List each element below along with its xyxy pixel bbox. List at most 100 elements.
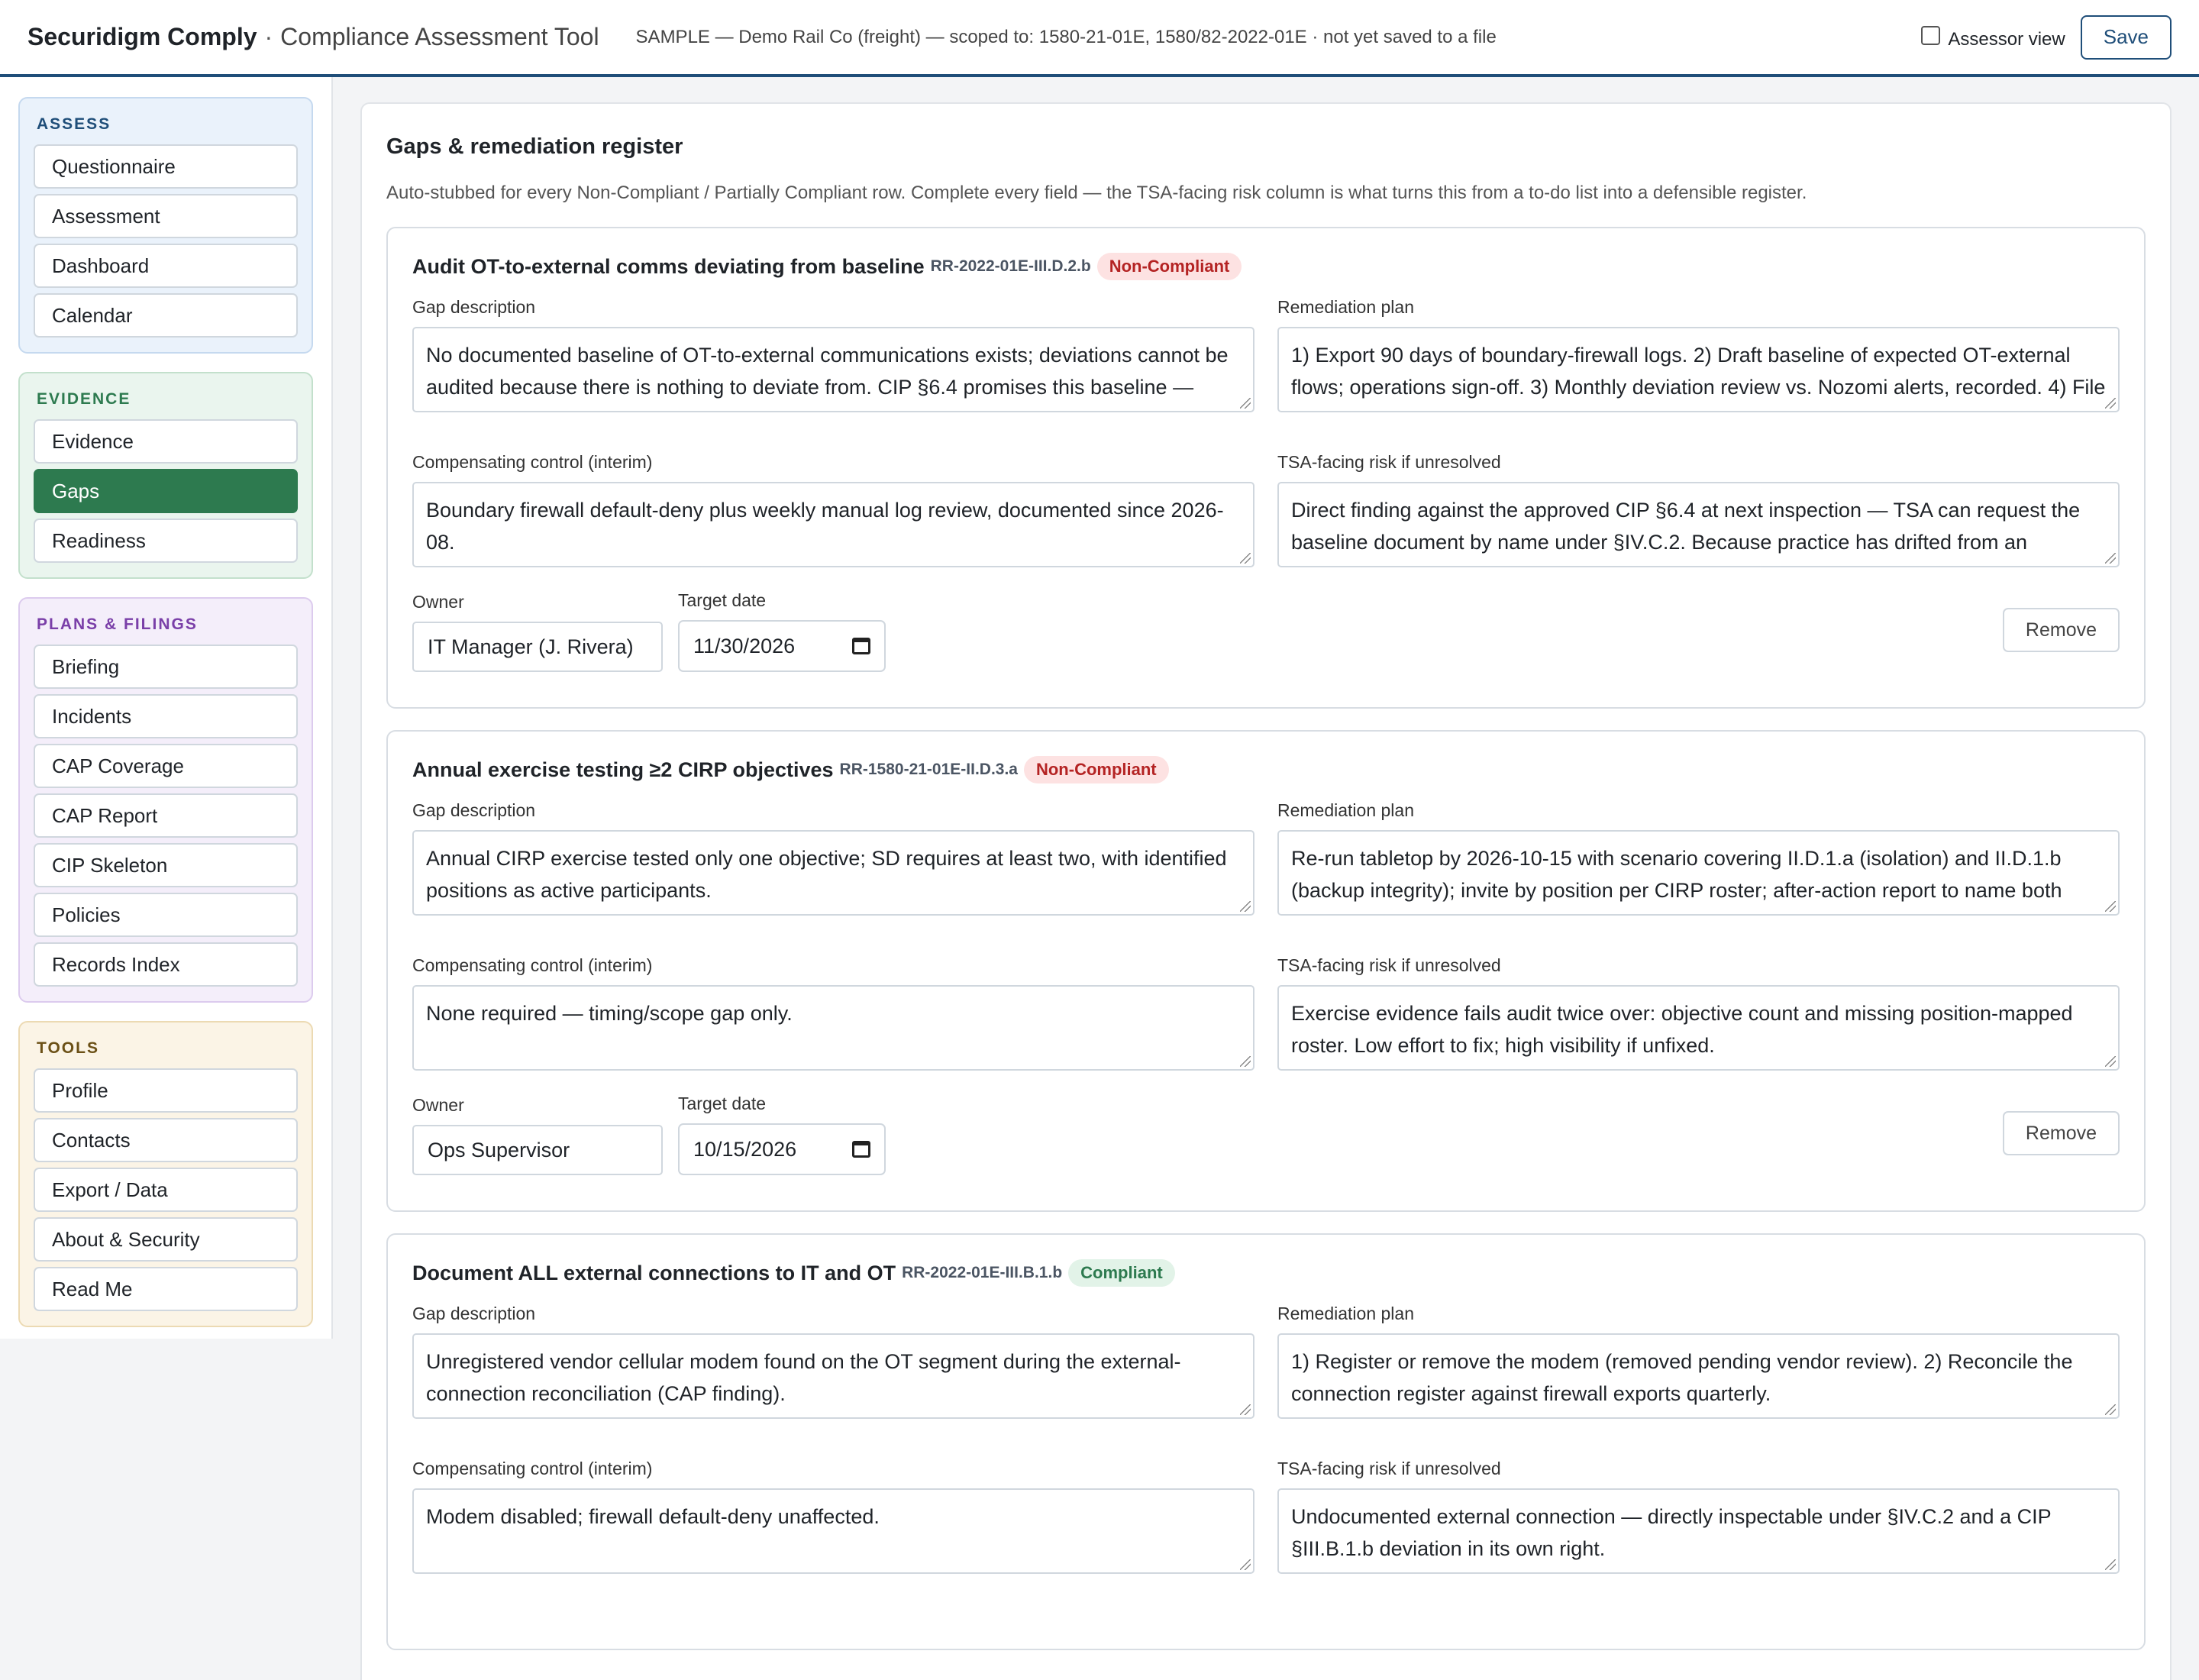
owner-input[interactable]: Ops Supervisor: [412, 1125, 663, 1175]
remediation-plan-field: Remediation plan Re-run tabletop by 2026…: [1277, 800, 2120, 916]
target-date-input[interactable]: 11/30/2026: [678, 620, 886, 672]
remediation-plan-textarea[interactable]: Re-run tabletop by 2026-10-15 with scena…: [1277, 830, 2120, 916]
gap-card-header: Annual exercise testing ≥2 CIRP objectiv…: [412, 756, 2120, 783]
calendar-icon[interactable]: [852, 1141, 870, 1158]
nav-group-title: EVIDENCE: [37, 390, 131, 408]
field-label: Compensating control (interim): [412, 955, 653, 975]
sidebar-item-cap-report[interactable]: CAP Report: [34, 793, 298, 838]
sidebar-item-cap-coverage[interactable]: CAP Coverage: [34, 744, 298, 788]
app-subtitle: Compliance Assessment Tool: [280, 23, 599, 50]
requirement-id: RR-1580-21-01E-II.D.3.a: [839, 761, 1018, 778]
tsa-risk-textarea[interactable]: Exercise evidence fails audit twice over…: [1277, 985, 2120, 1071]
compensating-control-field: Compensating control (interim) None requ…: [412, 955, 1254, 1071]
compensating-control-field: Compensating control (interim) Boundary …: [412, 452, 1254, 567]
status-badge: Non-Compliant: [1023, 756, 1169, 783]
remove-gap-button[interactable]: Remove: [2002, 1111, 2120, 1155]
tsa-risk-textarea[interactable]: Undocumented external connection — direc…: [1277, 1488, 2120, 1574]
gap-card-header: Audit OT-to-external comms deviating fro…: [412, 253, 2120, 280]
assessor-view-checkbox[interactable]: [1921, 26, 1941, 45]
field-label: Remediation plan: [1277, 297, 1415, 317]
gap-description-textarea[interactable]: Annual CIRP exercise tested only one obj…: [412, 830, 1254, 916]
target-date-field: Target date 11/30/2026: [678, 590, 886, 672]
status-badge: Non-Compliant: [1096, 253, 1242, 280]
gap-fields: Gap description Unregistered vendor cell…: [412, 1304, 2120, 1614]
requirement-id: RR-2022-01E-III.D.2.b: [930, 257, 1091, 275]
sidebar-item-about-security[interactable]: About & Security: [34, 1217, 298, 1262]
sidebar-item-cip-skeleton[interactable]: CIP Skeleton: [34, 843, 298, 887]
gap-fields: Gap description No documented baseline o…: [412, 297, 2120, 607]
gap-card: Annual exercise testing ≥2 CIRP objectiv…: [386, 730, 2146, 1212]
nav-group-title: ASSESS: [37, 115, 111, 133]
sidebar-item-calendar[interactable]: Calendar: [34, 293, 298, 338]
gap-description-textarea[interactable]: Unregistered vendor cellular modem found…: [412, 1333, 1254, 1419]
field-label: Target date: [678, 590, 767, 610]
gap-meta-row: Owner IT Manager (J. Rivera) Target date…: [412, 590, 2120, 672]
header-actions: Assessor view Save: [1921, 15, 2172, 60]
field-label: Compensating control (interim): [412, 452, 653, 472]
sidebar-item-policies[interactable]: Policies: [34, 893, 298, 937]
field-label: Compensating control (interim): [412, 1459, 653, 1478]
nav-group-tools: TOOLS Profile Contacts Export / Data Abo…: [18, 1021, 313, 1327]
sidebar: ASSESS Questionnaire Assessment Dashboar…: [0, 77, 333, 1339]
tsa-risk-field: TSA-facing risk if unresolved Direct fin…: [1277, 452, 2120, 567]
owner-field: Owner Ops Supervisor: [412, 1095, 663, 1175]
remediation-plan-field: Remediation plan 1) Export 90 days of bo…: [1277, 297, 2120, 412]
compensating-control-field: Compensating control (interim) Modem dis…: [412, 1459, 1254, 1574]
gap-title: Annual exercise testing ≥2 CIRP objectiv…: [412, 758, 834, 781]
field-label: Gap description: [412, 297, 536, 317]
gap-card: Audit OT-to-external comms deviating fro…: [386, 227, 2146, 709]
field-label: Gap description: [412, 1304, 536, 1323]
sidebar-item-read-me[interactable]: Read Me: [34, 1267, 298, 1311]
calendar-icon[interactable]: [852, 638, 870, 654]
sidebar-item-readiness[interactable]: Readiness: [34, 519, 298, 563]
scope-status: SAMPLE — Demo Rail Co (freight) — scoped…: [635, 26, 1497, 47]
sidebar-item-dashboard[interactable]: Dashboard: [34, 244, 298, 288]
tsa-risk-field: TSA-facing risk if unresolved Exercise e…: [1277, 955, 2120, 1071]
page-intro: Auto-stubbed for every Non-Compliant / P…: [386, 183, 1807, 203]
sidebar-item-contacts[interactable]: Contacts: [34, 1118, 298, 1162]
sidebar-item-evidence[interactable]: Evidence: [34, 419, 298, 464]
gap-title: Document ALL external connections to IT …: [412, 1261, 896, 1284]
field-label: Gap description: [412, 800, 536, 820]
save-button[interactable]: Save: [2080, 15, 2172, 60]
page-title: Gaps & remediation register: [386, 134, 683, 159]
assessor-view-label: Assessor view: [1948, 28, 2065, 50]
brand-separator: ·: [264, 23, 273, 50]
sidebar-item-profile[interactable]: Profile: [34, 1068, 298, 1113]
gap-meta-row: Owner Ops Supervisor Target date 10/15/2…: [412, 1094, 2120, 1175]
field-label: Remediation plan: [1277, 800, 1415, 820]
sidebar-item-incidents[interactable]: Incidents: [34, 694, 298, 738]
compensating-control-textarea[interactable]: Modem disabled; firewall default-deny un…: [412, 1488, 1254, 1574]
gap-card-header: Document ALL external connections to IT …: [412, 1259, 2120, 1287]
nav-group-title: PLANS & FILINGS: [37, 615, 198, 633]
remediation-plan-textarea[interactable]: 1) Export 90 days of boundary-firewall l…: [1277, 327, 2120, 412]
remediation-plan-textarea[interactable]: 1) Register or remove the modem (removed…: [1277, 1333, 2120, 1419]
gap-description-textarea[interactable]: No documented baseline of OT-to-external…: [412, 327, 1254, 412]
compensating-control-textarea[interactable]: None required — timing/scope gap only.: [412, 985, 1254, 1071]
sidebar-item-assessment[interactable]: Assessment: [34, 194, 298, 238]
field-label: Target date: [678, 1094, 767, 1113]
remove-gap-button[interactable]: Remove: [2002, 608, 2120, 652]
gap-description-field: Gap description No documented baseline o…: [412, 297, 1254, 412]
target-date-input[interactable]: 10/15/2026: [678, 1123, 886, 1175]
assessor-view-toggle[interactable]: Assessor view: [1921, 26, 2065, 50]
requirement-id: RR-2022-01E-III.B.1.b: [902, 1264, 1063, 1281]
compensating-control-textarea[interactable]: Boundary firewall default-deny plus week…: [412, 482, 1254, 567]
owner-input[interactable]: IT Manager (J. Rivera): [412, 622, 663, 672]
gap-title: Audit OT-to-external comms deviating fro…: [412, 254, 925, 278]
nav-group-evidence: EVIDENCE Evidence Gaps Readiness: [18, 372, 313, 579]
nav-group-plans-filings: PLANS & FILINGS Briefing Incidents CAP C…: [18, 597, 313, 1003]
sidebar-item-briefing[interactable]: Briefing: [34, 645, 298, 689]
gap-description-field: Gap description Unregistered vendor cell…: [412, 1304, 1254, 1419]
gap-card: Document ALL external connections to IT …: [386, 1233, 2146, 1650]
gaps-register-panel: Gaps & remediation register Auto-stubbed…: [360, 102, 2172, 1680]
field-label: TSA-facing risk if unresolved: [1277, 955, 1501, 975]
sidebar-item-gaps[interactable]: Gaps: [34, 469, 298, 513]
field-label: Remediation plan: [1277, 1304, 1415, 1323]
sidebar-item-questionnaire[interactable]: Questionnaire: [34, 144, 298, 189]
nav-group-title: TOOLS: [37, 1039, 99, 1057]
sidebar-item-records-index[interactable]: Records Index: [34, 942, 298, 987]
app-brand: Securidigm Comply: [27, 23, 257, 50]
sidebar-item-export-data[interactable]: Export / Data: [34, 1168, 298, 1212]
tsa-risk-textarea[interactable]: Direct finding against the approved CIP …: [1277, 482, 2120, 567]
